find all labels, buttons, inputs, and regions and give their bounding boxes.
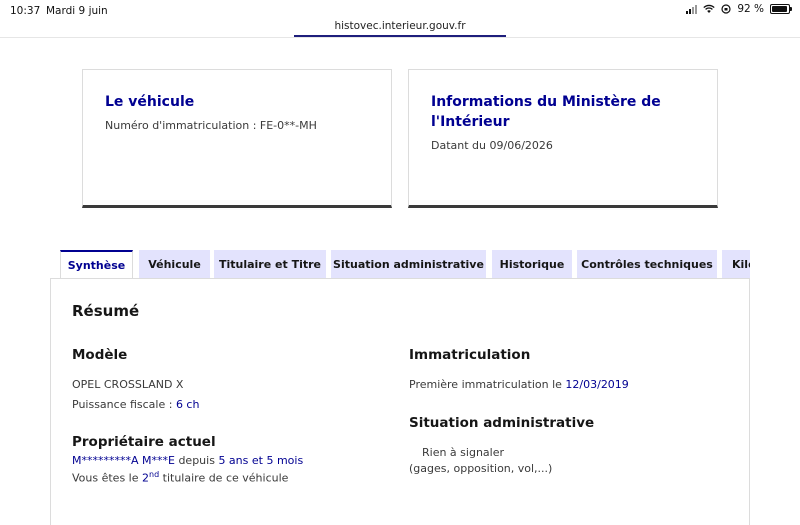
model-heading: Modèle <box>72 347 128 363</box>
owner-rank-suffix: titulaire de ce véhicule <box>159 471 289 485</box>
battery-level-fill <box>772 6 787 12</box>
battery-icon <box>770 4 792 14</box>
admin-status-link[interactable]: Rien à signaler <box>422 446 504 459</box>
owner-since-value: 5 ans et 5 mois <box>218 454 304 467</box>
plate-number-label: Numéro d'immatriculation : FE-0**-MH <box>105 119 317 132</box>
tab-bar: Synthèse Véhicule Titulaire et Titre Sit… <box>60 250 750 279</box>
summary-heading: Résumé <box>72 302 140 320</box>
vehicle-card-title: Le véhicule <box>105 94 195 110</box>
status-date: Mardi 9 juin <box>46 5 108 17</box>
owner-rank-suffix-sup: nd <box>149 470 160 479</box>
ministry-card: Informations du Ministère de l'Intérieur… <box>408 69 718 208</box>
tab-controles-techniques[interactable]: Contrôles techniques <box>577 250 717 279</box>
fiscal-power-label: Puissance fiscale : <box>72 398 176 411</box>
ministry-card-title-line1: Informations du Ministère de <box>431 94 661 110</box>
first-registration-label: Première immatriculation le <box>409 378 566 391</box>
owner-rank-prefix: Vous êtes le <box>72 471 142 485</box>
tab-historique[interactable]: Historique <box>492 250 572 279</box>
toolbar-divider <box>0 37 800 38</box>
tab-vehicule[interactable]: Véhicule <box>139 250 210 279</box>
first-registration-date: 12/03/2019 <box>565 378 629 391</box>
battery-percentage: 92 % <box>737 3 764 15</box>
ministry-card-title-line2: l'Intérieur <box>431 114 510 130</box>
model-name: OPEL CROSSLAND X <box>72 378 184 391</box>
status-time: 10:37 <box>10 5 41 17</box>
ministry-date-label: Datant du 09/06/2026 <box>431 139 553 152</box>
admin-status-details: (gages, opposition, vol,...) <box>409 462 553 475</box>
registration-heading: Immatriculation <box>409 347 531 363</box>
first-registration-line: Première immatriculation le 12/03/2019 <box>409 378 629 391</box>
fiscal-power-value: 6 ch <box>175 398 200 411</box>
owner-name: M*********A M***E <box>72 454 175 467</box>
owner-rank-line: Vous êtes le 2nd titulaire de ce véhicul… <box>72 470 288 485</box>
tab-kilometrage[interactable]: Kilo <box>722 250 750 279</box>
vehicle-card: Le véhicule Numéro d'immatriculation : F… <box>82 69 392 208</box>
wifi-icon <box>703 4 715 13</box>
fiscal-power-line: Puissance fiscale : 6 ch <box>72 398 199 411</box>
tab-situation-administrative[interactable]: Situation administrative <box>331 250 486 279</box>
address-bar-url[interactable]: histovec.interieur.gouv.fr <box>0 20 800 32</box>
orientation-lock-icon <box>721 4 731 14</box>
owner-heading: Propriétaire actuel <box>72 434 216 450</box>
owner-line: M*********A M***E depuis 5 ans et 5 mois <box>72 454 303 467</box>
owner-rank-number: 2 <box>142 471 149 485</box>
tab-synthese[interactable]: Synthèse <box>60 250 133 279</box>
owner-since-label: depuis <box>174 454 219 467</box>
tab-titulaire-titre[interactable]: Titulaire et Titre <box>214 250 326 279</box>
admin-situation-heading: Situation administrative <box>409 415 595 431</box>
status-indicators: 92 % <box>686 3 792 15</box>
cellular-signal-icon <box>686 4 698 14</box>
